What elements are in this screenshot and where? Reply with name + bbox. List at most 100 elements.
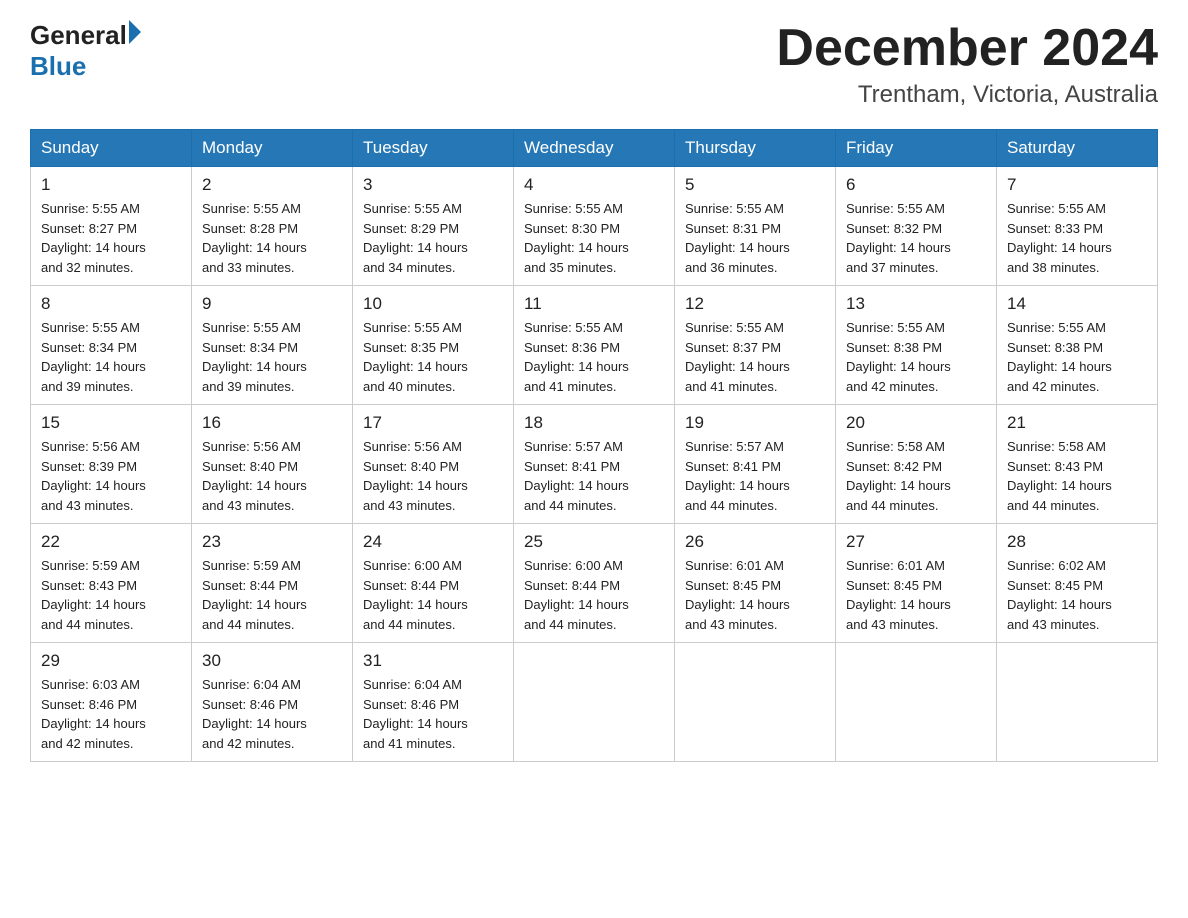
calendar-cell: 29Sunrise: 6:03 AMSunset: 8:46 PMDayligh… [31,643,192,762]
day-number: 28 [1007,532,1147,552]
calendar-cell: 17 Sunrise: 5:56 AMSunset: 8:40 PMDayligh… [353,405,514,524]
day-number: 26 [685,532,825,552]
day-number: 22 [41,532,181,552]
day-info: Sunrise: 5:55 AMSunset: 8:29 PMDaylight:… [363,199,503,277]
logo-general: General [30,20,127,51]
day-number: 18 [524,413,664,433]
day-info: Sunrise: 6:00 AMSunset: 8:44 PMDaylight:… [524,556,664,634]
day-info: Sunrise: 5:55 AMSunset: 8:36 PMDaylight:… [524,318,664,396]
calendar-week-row: 15 Sunrise: 5:56 AMSunset: 8:39 PMDayligh… [31,405,1158,524]
day-info: Sunrise: 5:59 AMSunset: 8:43 PMDaylight:… [41,556,181,634]
day-number: 17 [363,413,503,433]
calendar-cell: 6 Sunrise: 5:55 AMSunset: 8:32 PMDaylight… [836,167,997,286]
day-number: 3 [363,175,503,195]
col-monday: Monday [192,130,353,167]
day-number: 1 [41,175,181,195]
calendar-cell: 4 Sunrise: 5:55 AMSunset: 8:30 PMDaylight… [514,167,675,286]
day-info: Sunrise: 5:59 AMSunset: 8:44 PMDaylight:… [202,556,342,634]
calendar-cell: 27 Sunrise: 6:01 AMSunset: 8:45 PMDayligh… [836,524,997,643]
day-number: 9 [202,294,342,314]
col-tuesday: Tuesday [353,130,514,167]
day-number: 16 [202,413,342,433]
day-number: 31 [363,651,503,671]
day-number: 27 [846,532,986,552]
day-info: Sunrise: 5:55 AMSunset: 8:30 PMDaylight:… [524,199,664,277]
calendar-week-row: 1 Sunrise: 5:55 AMSunset: 8:27 PMDaylight… [31,167,1158,286]
calendar-cell: 20 Sunrise: 5:58 AMSunset: 8:42 PMDayligh… [836,405,997,524]
day-number: 10 [363,294,503,314]
calendar-cell [997,643,1158,762]
calendar-cell: 18 Sunrise: 5:57 AMSunset: 8:41 PMDayligh… [514,405,675,524]
logo: General Blue [30,20,141,82]
day-number: 15 [41,413,181,433]
col-friday: Friday [836,130,997,167]
day-info: Sunrise: 5:55 AMSunset: 8:27 PMDaylight:… [41,199,181,277]
calendar-cell [514,643,675,762]
day-info: Sunrise: 5:55 AMSunset: 8:32 PMDaylight:… [846,199,986,277]
calendar-cell: 23Sunrise: 5:59 AMSunset: 8:44 PMDayligh… [192,524,353,643]
calendar-cell: 16 Sunrise: 5:56 AMSunset: 8:40 PMDayligh… [192,405,353,524]
day-number: 5 [685,175,825,195]
calendar-cell: 5 Sunrise: 5:55 AMSunset: 8:31 PMDaylight… [675,167,836,286]
day-number: 13 [846,294,986,314]
calendar-cell: 10 Sunrise: 5:55 AMSunset: 8:35 PMDayligh… [353,286,514,405]
day-number: 4 [524,175,664,195]
day-info: Sunrise: 5:55 AMSunset: 8:33 PMDaylight:… [1007,199,1147,277]
calendar-cell: 13Sunrise: 5:55 AMSunset: 8:38 PMDayligh… [836,286,997,405]
day-number: 8 [41,294,181,314]
calendar-cell: 15 Sunrise: 5:56 AMSunset: 8:39 PMDayligh… [31,405,192,524]
calendar-cell: 1 Sunrise: 5:55 AMSunset: 8:27 PMDaylight… [31,167,192,286]
calendar-cell: 22 Sunrise: 5:59 AMSunset: 8:43 PMDayligh… [31,524,192,643]
day-number: 24 [363,532,503,552]
calendar-cell: 9Sunrise: 5:55 AMSunset: 8:34 PMDaylight… [192,286,353,405]
calendar-header-row: Sunday Monday Tuesday Wednesday Thursday… [31,130,1158,167]
day-info: Sunrise: 5:55 AMSunset: 8:38 PMDaylight:… [1007,318,1147,396]
calendar-cell: 7 Sunrise: 5:55 AMSunset: 8:33 PMDaylight… [997,167,1158,286]
day-info: Sunrise: 5:55 AMSunset: 8:37 PMDaylight:… [685,318,825,396]
day-info: Sunrise: 5:57 AMSunset: 8:41 PMDaylight:… [524,437,664,515]
calendar-cell: 3 Sunrise: 5:55 AMSunset: 8:29 PMDaylight… [353,167,514,286]
calendar-cell: 26 Sunrise: 6:01 AMSunset: 8:45 PMDayligh… [675,524,836,643]
day-info: Sunrise: 5:55 AMSunset: 8:31 PMDaylight:… [685,199,825,277]
day-number: 29 [41,651,181,671]
day-info: Sunrise: 6:04 AMSunset: 8:46 PMDaylight:… [202,675,342,753]
calendar-cell: 11 Sunrise: 5:55 AMSunset: 8:36 PMDayligh… [514,286,675,405]
day-info: Sunrise: 6:01 AMSunset: 8:45 PMDaylight:… [846,556,986,634]
calendar-cell: 21Sunrise: 5:58 AMSunset: 8:43 PMDayligh… [997,405,1158,524]
month-title: December 2024 [776,20,1158,77]
calendar-week-row: 29Sunrise: 6:03 AMSunset: 8:46 PMDayligh… [31,643,1158,762]
calendar-week-row: 8 Sunrise: 5:55 AMSunset: 8:34 PMDaylight… [31,286,1158,405]
day-info: Sunrise: 6:00 AMSunset: 8:44 PMDaylight:… [363,556,503,634]
day-info: Sunrise: 5:56 AMSunset: 8:40 PMDaylight:… [363,437,503,515]
day-number: 11 [524,294,664,314]
calendar-cell: 19Sunrise: 5:57 AMSunset: 8:41 PMDayligh… [675,405,836,524]
logo-blue: Blue [30,51,86,82]
page-header: General Blue December 2024 Trentham, Vic… [30,20,1158,109]
col-sunday: Sunday [31,130,192,167]
day-info: Sunrise: 5:55 AMSunset: 8:28 PMDaylight:… [202,199,342,277]
calendar-table: Sunday Monday Tuesday Wednesday Thursday… [30,129,1158,762]
calendar-cell: 28 Sunrise: 6:02 AMSunset: 8:45 PMDayligh… [997,524,1158,643]
day-info: Sunrise: 6:04 AMSunset: 8:46 PMDaylight:… [363,675,503,753]
location-title: Trentham, Victoria, Australia [776,81,1158,109]
calendar-cell: 12Sunrise: 5:55 AMSunset: 8:37 PMDayligh… [675,286,836,405]
day-info: Sunrise: 5:58 AMSunset: 8:42 PMDaylight:… [846,437,986,515]
calendar-cell: 31 Sunrise: 6:04 AMSunset: 8:46 PMDayligh… [353,643,514,762]
day-info: Sunrise: 5:55 AMSunset: 8:34 PMDaylight:… [41,318,181,396]
col-wednesday: Wednesday [514,130,675,167]
logo-line1: General [30,20,141,51]
day-number: 7 [1007,175,1147,195]
day-info: Sunrise: 5:55 AMSunset: 8:35 PMDaylight:… [363,318,503,396]
day-number: 25 [524,532,664,552]
day-info: Sunrise: 5:56 AMSunset: 8:39 PMDaylight:… [41,437,181,515]
day-info: Sunrise: 6:01 AMSunset: 8:45 PMDaylight:… [685,556,825,634]
day-info: Sunrise: 5:56 AMSunset: 8:40 PMDaylight:… [202,437,342,515]
calendar-cell: 25 Sunrise: 6:00 AMSunset: 8:44 PMDayligh… [514,524,675,643]
day-number: 20 [846,413,986,433]
title-section: December 2024 Trentham, Victoria, Austra… [776,20,1158,109]
col-saturday: Saturday [997,130,1158,167]
day-number: 6 [846,175,986,195]
logo-arrow-icon [129,20,141,44]
day-info: Sunrise: 6:02 AMSunset: 8:45 PMDaylight:… [1007,556,1147,634]
day-info: Sunrise: 5:58 AMSunset: 8:43 PMDaylight:… [1007,437,1147,515]
